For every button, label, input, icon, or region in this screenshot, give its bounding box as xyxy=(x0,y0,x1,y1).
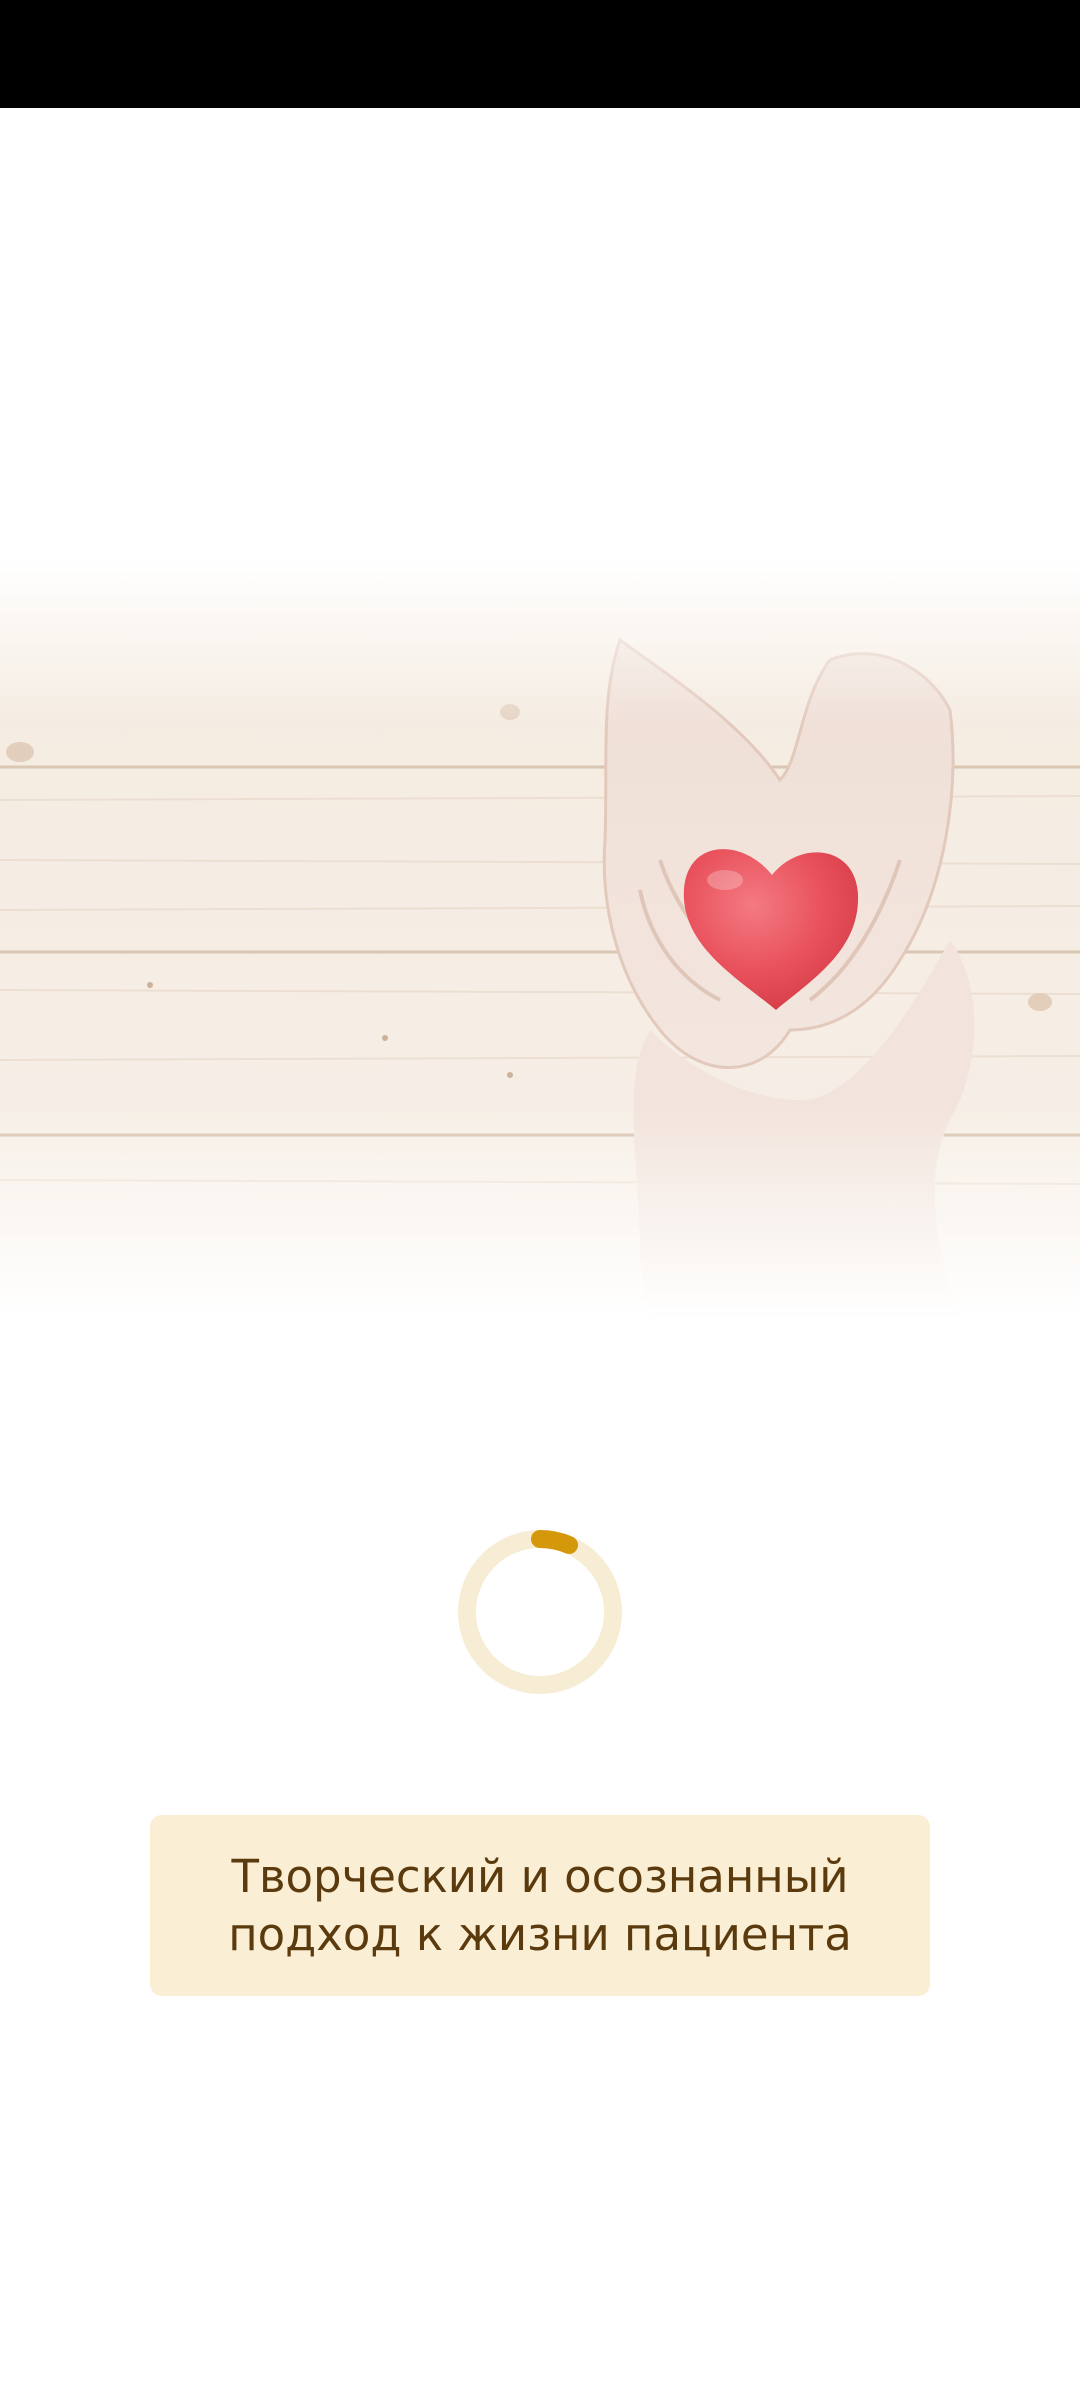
tagline-text: Творческий и осознанный подход к жизни п… xyxy=(228,1849,852,1961)
status-bar xyxy=(0,0,1080,108)
hero-image xyxy=(0,560,1080,1320)
tagline-card: Творческий и осознанный подход к жизни п… xyxy=(150,1815,930,1996)
hands-holding-heart-illustration xyxy=(0,560,1080,1320)
loading-spinner-icon xyxy=(456,1528,624,1696)
splash-screen: Творческий и осознанный подход к жизни п… xyxy=(0,0,1080,2400)
